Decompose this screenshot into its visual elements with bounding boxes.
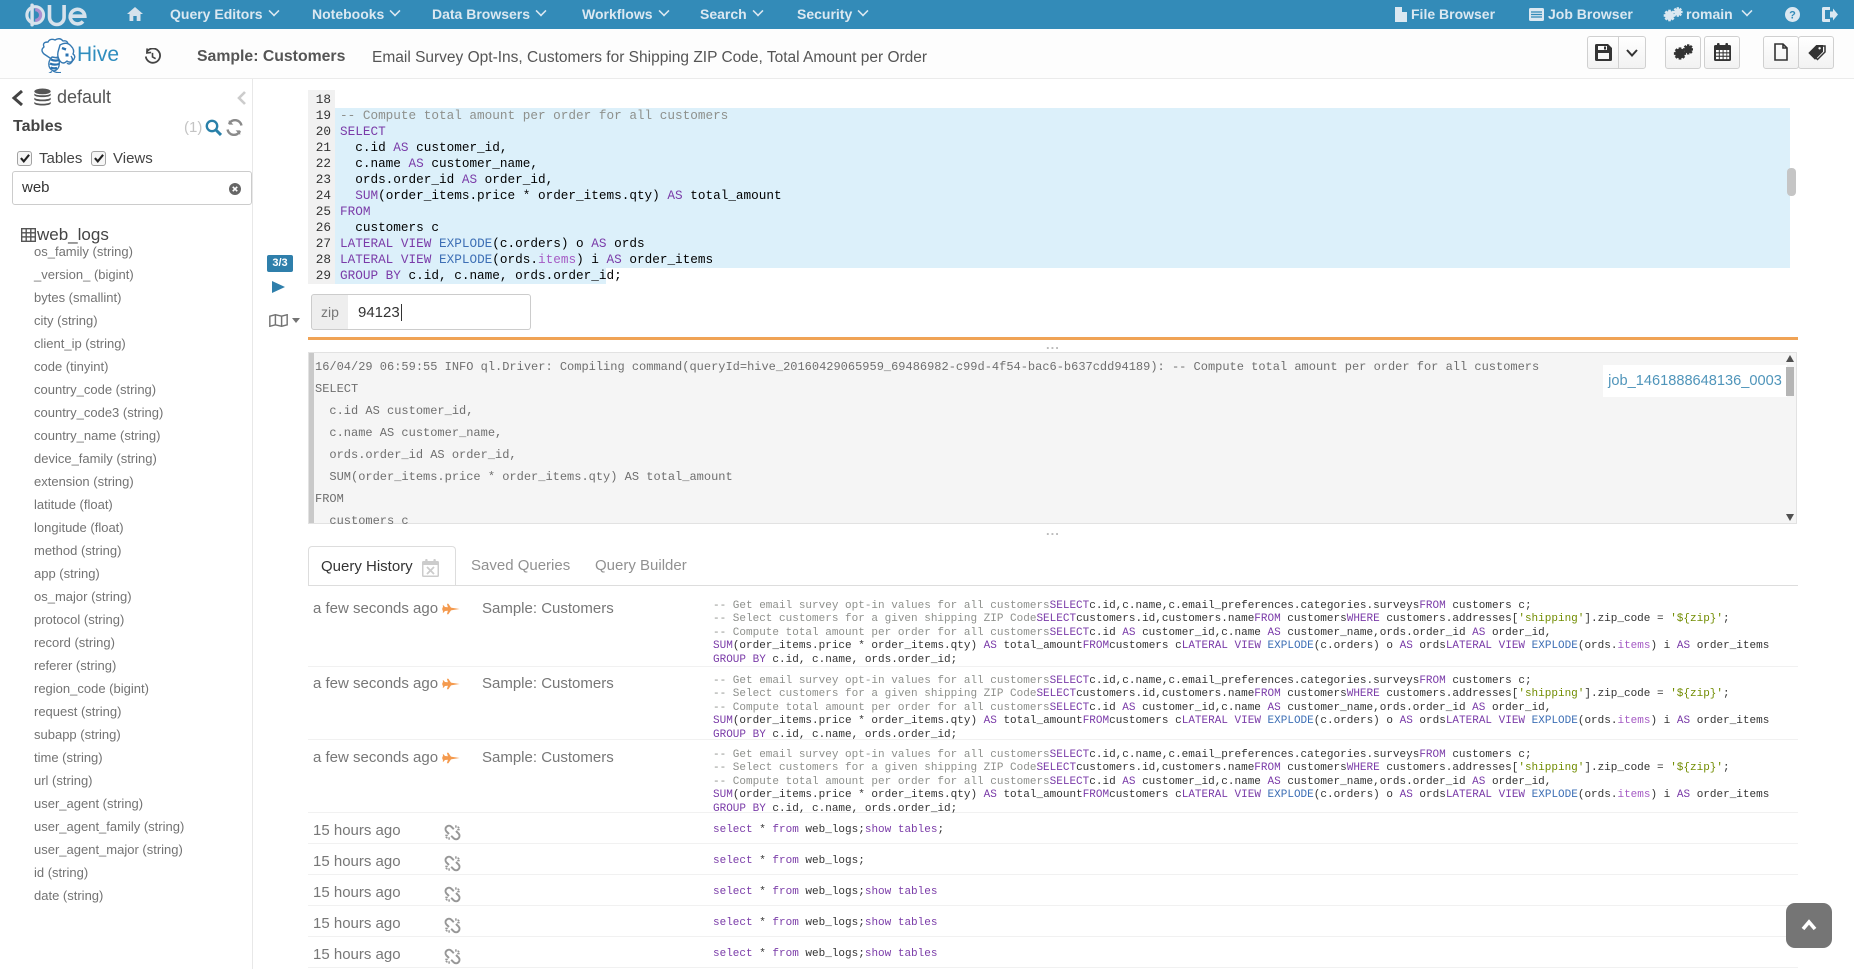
svg-text:?: ? [1789, 10, 1796, 22]
